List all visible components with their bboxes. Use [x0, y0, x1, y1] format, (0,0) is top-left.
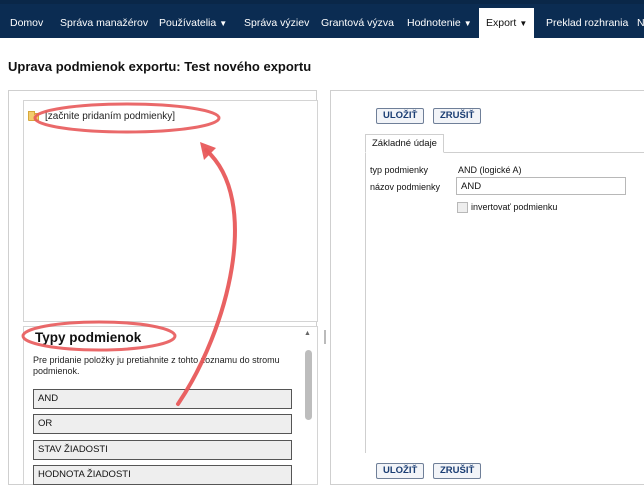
cancel-button-bottom[interactable]: ZRUŠIŤ — [433, 463, 482, 479]
save-button[interactable]: ULOŽIŤ — [376, 108, 425, 124]
scroll-up-icon[interactable]: ▲ — [304, 330, 311, 337]
condition-type-item[interactable]: OR — [33, 414, 292, 434]
tree-root-node[interactable]: [začnite pridaním podmienky] — [28, 110, 176, 122]
name-input[interactable] — [456, 177, 626, 195]
nav-item-preklad-rozhrania[interactable]: Preklad rozhrania — [546, 8, 628, 38]
tab-basic-info[interactable]: Základné údaje — [365, 134, 444, 153]
type-label: typ podmienky — [370, 165, 429, 175]
nav-item-hodnotenie[interactable]: Hodnotenie ▼ — [407, 8, 472, 38]
chevron-down-icon: ▼ — [219, 19, 228, 28]
nav-item-export[interactable]: Export ▼ — [479, 8, 535, 38]
condition-tree[interactable] — [23, 100, 318, 322]
chevron-down-icon: ▼ — [519, 19, 528, 28]
type-value: AND (logické A) — [458, 165, 522, 175]
scroll-thumb[interactable] — [305, 350, 312, 420]
folder-icon — [28, 110, 39, 121]
name-label: názov podmienky — [370, 182, 441, 192]
panel-splitter[interactable] — [322, 90, 328, 485]
invert-checkbox[interactable] — [457, 202, 468, 213]
page-title: Uprava podmienok exportu: Test nového ex… — [8, 59, 312, 74]
condition-type-item[interactable]: HODNOTA ŽIADOSTI — [33, 465, 292, 485]
nav-item-domov[interactable]: Domov — [10, 8, 43, 38]
cancel-button[interactable]: ZRUŠIŤ — [433, 108, 482, 124]
condition-types-title: Typy podmienok — [35, 330, 142, 345]
tree-root-label: [začnite pridaním podmienky] — [45, 111, 176, 122]
splitter-grip[interactable] — [324, 330, 326, 344]
invert-label: invertovať podmienku — [471, 202, 558, 212]
tab-body — [365, 153, 644, 453]
condition-type-item[interactable]: AND — [33, 389, 292, 409]
nav-item-sprava-manazerov[interactable]: Správa manažérov — [60, 8, 148, 38]
save-button-bottom[interactable]: ULOŽIŤ — [376, 463, 425, 479]
nav-item-grantova-vyzva[interactable]: Grantová výzva — [321, 8, 394, 38]
chevron-down-icon: ▼ — [463, 19, 472, 28]
nav-item-pouzivatelia[interactable]: Používatelia ▼ — [159, 8, 227, 38]
condition-types-description: Pre pridanie položky ju pretiahnite z to… — [33, 355, 280, 376]
nav-item-sprava-vyziev[interactable]: Správa výziev — [244, 8, 309, 38]
condition-type-item[interactable]: STAV ŽIADOSTI — [33, 440, 292, 460]
top-navigation: Domov Správa manažérov Používatelia ▼ Spr… — [0, 0, 644, 38]
nav-item-more[interactable]: N — [637, 8, 644, 38]
